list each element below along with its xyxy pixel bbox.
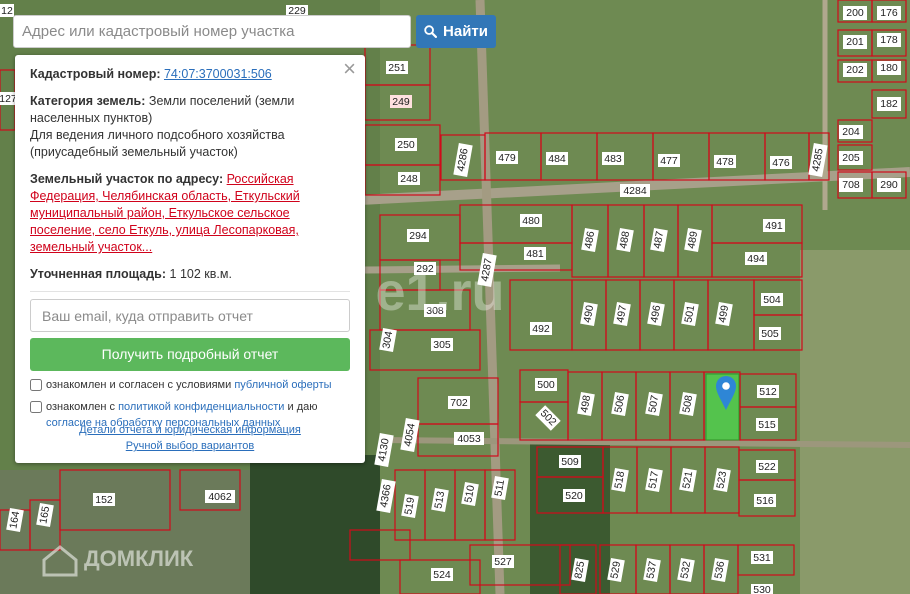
parcel-label: 483 [604, 153, 622, 165]
parcel-label: 202 [846, 64, 864, 76]
parcel-label: 4062 [208, 491, 232, 503]
parcel-label: 522 [758, 461, 776, 473]
parcel-label: 500 [537, 379, 555, 391]
parcel-label: 176 [880, 7, 898, 19]
panel-footer-links: Детали отчета и юридическая информация Р… [15, 422, 365, 454]
cadastral-number-label: Кадастровый номер: [30, 67, 161, 81]
parcel-label: 200 [846, 7, 864, 19]
land-category-label: Категория земель: [30, 94, 146, 108]
field-east [800, 250, 910, 594]
public-offer-link[interactable]: публичной оферты [234, 379, 331, 391]
parcel-label: 515 [758, 419, 776, 431]
parcel-label: 702 [450, 397, 468, 409]
cadastral-number-link[interactable]: 74:07:3700031:506 [164, 67, 272, 81]
divider [30, 291, 350, 292]
parcel-label: 516 [756, 495, 774, 507]
offer-consent: ознакомлен и согласен с условиями публич… [30, 377, 350, 393]
search-input[interactable] [13, 15, 411, 48]
watermark-text: e1.ru [375, 262, 504, 322]
parcel-label: 527 [494, 556, 512, 568]
parcel-label: 4053 [457, 433, 481, 445]
parcel-label: 480 [522, 215, 540, 227]
privacy-consent-checkbox[interactable] [30, 401, 42, 413]
email-field[interactable] [30, 299, 350, 332]
parcel-label: 491 [765, 220, 783, 232]
parcel-label: 250 [397, 139, 415, 151]
consent-text: ознакомлен с [46, 401, 116, 413]
parcel-label: 204 [842, 126, 860, 138]
parcel-label: 305 [433, 339, 451, 351]
area-row: Уточненная площадь: 1 102 кв.м. [30, 266, 350, 283]
parcel-label: 484 [548, 153, 566, 165]
parcel-label: 504 [763, 294, 781, 306]
parcel-label: 248 [400, 173, 418, 185]
parcel-label: 477 [660, 155, 678, 167]
parcel-label: 509 [561, 456, 579, 468]
parcel-label: 290 [880, 179, 898, 191]
cadastral-number-row: Кадастровый номер: 74:07:3700031:506 [30, 66, 350, 83]
forest-area [250, 455, 380, 594]
parcel-label: 520 [565, 490, 583, 502]
parcel-label: 251 [388, 62, 406, 74]
manual-selection-link[interactable]: Ручной выбор вариантов [15, 438, 365, 454]
parcel-label: 178 [880, 34, 898, 46]
parcel-label: 505 [761, 328, 779, 340]
parcel-label: 201 [846, 36, 864, 48]
parcel-label: 512 [759, 386, 777, 398]
offer-consent-text: ознакомлен и согласен с условиями публич… [46, 377, 332, 393]
parcel-label: 476 [772, 157, 790, 169]
parcel-label: 12 [1, 5, 13, 17]
parcel-label: 4284 [623, 185, 647, 197]
parcel-label: 494 [747, 253, 765, 265]
land-category-row: Категория земель: Земли поселений (земли… [30, 93, 350, 161]
parcel-label: 531 [753, 552, 771, 564]
parcel-label: 294 [409, 230, 427, 242]
parcel-label: 481 [526, 248, 544, 260]
parcel-label: 205 [842, 152, 860, 164]
area-label: Уточненная площадь: [30, 267, 167, 281]
area-value: 1 102 кв.м. [169, 267, 232, 281]
search-button-label: Найти [443, 23, 488, 40]
report-details-link[interactable]: Детали отчета и юридическая информация [15, 422, 365, 438]
parcel-label: 478 [716, 156, 734, 168]
offer-consent-checkbox[interactable] [30, 379, 42, 391]
consent-text: ознакомлен и согласен с условиями [46, 379, 232, 391]
consent-text: и даю [287, 401, 318, 413]
privacy-policy-link[interactable]: политикой конфиденциальности [118, 401, 284, 413]
parcel-label: 152 [95, 494, 113, 506]
get-report-button[interactable]: Получить подробный отчет [30, 338, 350, 371]
search-button[interactable]: Найти [416, 15, 496, 48]
address-row: Земельный участок по адресу: Российская … [30, 171, 350, 256]
address-label: Земельный участок по адресу: [30, 172, 224, 186]
parcel-label: 492 [532, 323, 550, 335]
parcel-label: 249 [392, 96, 410, 108]
parcel-label: 708 [842, 179, 860, 191]
parcel-label: 524 [433, 569, 451, 581]
close-icon[interactable]: × [343, 58, 356, 80]
parcel-info-panel: × Кадастровый номер: 74:07:3700031:506 К… [15, 55, 365, 463]
parcel-label: 182 [880, 98, 898, 110]
land-usage-value: Для ведения личного подсобного хозяйства… [30, 128, 285, 159]
search-icon [424, 25, 438, 38]
parcel-label: 180 [880, 62, 898, 74]
parcel-label: 479 [498, 152, 516, 164]
parcel-label: 530 [753, 584, 771, 594]
watermark-text: ДОМКЛИК [84, 546, 194, 571]
